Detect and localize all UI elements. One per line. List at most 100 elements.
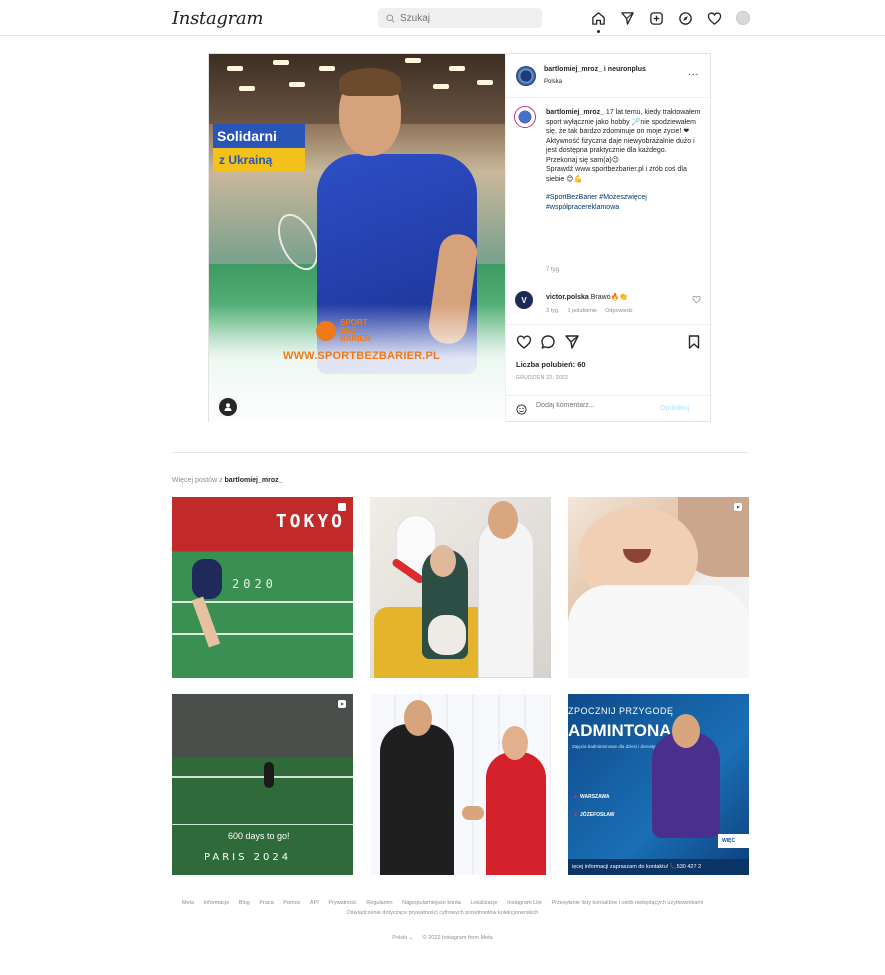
tile-man-head [488, 501, 518, 539]
caption-hashtags[interactable]: #SportBezBarier #Możeszwięcej #współprac… [546, 193, 706, 212]
copyright: © 2022 Instagram from Meta [422, 935, 493, 941]
footer-link[interactable]: Instagram Lite [507, 900, 542, 906]
grid-post-baby[interactable] [568, 497, 749, 678]
caption-username[interactable]: bartlomiej_mroz_ [546, 109, 604, 116]
more-posts-username[interactable]: bartlomiej_mroz_ [225, 477, 283, 484]
post-header: bartlomiej_mroz_ i neuronplus Polska ... [506, 54, 712, 98]
photo-light [433, 84, 449, 89]
footer-bottom: Polski ⌄ © 2022 Instagram from Meta [0, 935, 885, 941]
footer-link-nft-privacy[interactable]: Oświadczenie dotyczące prywatności cyfro… [4, 908, 881, 918]
court-line [172, 633, 353, 635]
post-sidebar: bartlomiej_mroz_ i neuronplus Polska ...… [505, 54, 712, 422]
comment-username[interactable]: victor.polska [546, 294, 589, 301]
footer-link[interactable]: Najpopularniejsze konta [402, 900, 461, 906]
post-photo[interactable]: Solidarni z Ukrainą SPORT BEZ BARIER WWW… [209, 54, 505, 422]
photo-light [449, 66, 465, 71]
reel-icon [734, 503, 742, 511]
footer-link[interactable]: Przesyłanie listy kontaktów i osób niebę… [552, 900, 704, 906]
nav-icons [589, 9, 752, 27]
footer-link[interactable]: Lokalizacje [470, 900, 497, 906]
commenter-avatar[interactable]: V [515, 291, 533, 309]
explore-icon[interactable] [676, 9, 694, 27]
like-heart-icon[interactable] [516, 334, 532, 350]
logo-line-3: BARIER [340, 334, 371, 343]
grid-post-handshake[interactable] [370, 694, 551, 875]
caption-avatar[interactable] [514, 106, 536, 128]
caption-text-2: Aktywność fizyczna daje niewyobrażalnie … [546, 137, 695, 155]
search-icon [386, 13, 395, 23]
comment-input[interactable] [536, 402, 656, 409]
home-icon[interactable] [589, 9, 607, 27]
tile-blanket [568, 585, 749, 678]
publish-button[interactable]: Opublikuj [660, 405, 689, 412]
more-posts-prefix: Więcej postów z [172, 477, 223, 484]
comment-reply[interactable]: Odpowiedz [605, 308, 633, 314]
location-pin-icon: ● [574, 812, 578, 818]
tile-2020-text: 2020 [232, 577, 277, 591]
tile-court-line [172, 824, 353, 825]
comment-icon[interactable] [540, 334, 556, 350]
caption-time: 7 tyg. [546, 267, 561, 273]
footer-link[interactable]: Pomoc [283, 900, 300, 906]
activity-heart-icon[interactable] [705, 9, 723, 27]
post-author[interactable]: bartlomiej_mroz_ i neuronplus [544, 66, 646, 73]
tile-ad-footer: ięcej informacji zapraszam do kontaktu! … [568, 859, 749, 875]
grid-post-tokyo[interactable]: TOKYO 2020 [172, 497, 353, 678]
caption-text-3: Przekonaj się sam(a)😉 [546, 156, 620, 164]
tile-handshake [462, 806, 484, 820]
tile-player [264, 762, 274, 788]
profile-avatar-icon[interactable] [734, 9, 752, 27]
top-navigation-bar: Instagram [0, 0, 885, 36]
comment: victor.polska Brawo🔥👏 [546, 293, 628, 301]
more-options-icon[interactable]: ... [688, 67, 699, 78]
photo-light [289, 82, 305, 87]
photo-light [239, 86, 255, 91]
footer-link[interactable]: Informacje [204, 900, 230, 906]
instagram-logo[interactable]: Instagram [172, 8, 263, 29]
sport-bez-barier-logo: SPORT BEZ BARIER [340, 319, 371, 343]
footer-link[interactable]: API [310, 900, 319, 906]
footer-link[interactable]: Prywatność [328, 900, 356, 906]
tile-man [380, 724, 454, 875]
share-icon[interactable] [564, 334, 580, 350]
photo-light [405, 58, 421, 63]
likes-count[interactable]: Liczba polubień: 60 [516, 360, 586, 369]
photo-light [273, 60, 289, 65]
player-hair [339, 68, 401, 96]
footer-links: Meta Informacje Blog Praca Pomoc API Pry… [0, 898, 885, 918]
comment-time: 3 tyg. [546, 308, 560, 314]
footer-link[interactable]: Meta [182, 900, 194, 906]
comment-like-heart-icon[interactable] [692, 295, 701, 304]
save-bookmark-icon[interactable] [686, 334, 702, 350]
footer-link[interactable]: Praca [259, 900, 273, 906]
tagged-users-icon[interactable] [219, 398, 237, 416]
new-post-icon[interactable] [647, 9, 665, 27]
author-avatar[interactable] [516, 66, 536, 86]
tile-baby [428, 615, 466, 655]
footer-link[interactable]: Regulamin [366, 900, 392, 906]
grid-post-paris-countdown[interactable]: 600 days to go! PARIS 2024 [172, 694, 353, 875]
add-comment-bar: Opublikuj [506, 395, 712, 422]
post-location[interactable]: Polska [544, 79, 562, 85]
grid-post-family[interactable] [370, 497, 551, 678]
search-input[interactable] [400, 12, 530, 24]
solidarity-banner: Solidarni [213, 124, 305, 148]
search-box[interactable] [378, 8, 542, 28]
caption-text-4: Sprawdź www.sportbezbarier.pl i zrób coś… [546, 166, 687, 183]
tile-woman-head [430, 545, 456, 577]
comment-likes[interactable]: 1 polubienie [567, 308, 597, 314]
tile-ad-cta: WIĘC [718, 834, 749, 848]
direct-messages-icon[interactable] [618, 9, 636, 27]
tile-player-legs [191, 596, 221, 648]
footer-link[interactable]: Blog [239, 900, 250, 906]
post-actions: Liczba polubień: 60 GRUDZIEŃ 22, 2022 [506, 324, 712, 396]
tile-city-jozefoslaw: ● JÓZEFOSŁAW [574, 812, 614, 818]
tile-woman [486, 752, 546, 875]
multi-photo-icon [338, 503, 346, 511]
grid-post-badminton-ad[interactable]: ZPOCZNIJ PRZYGODĘ ADMINTONA! Zajęcia bad… [568, 694, 749, 875]
emoji-icon[interactable] [516, 404, 527, 415]
more-posts-heading: Więcej postów z bartlomiej_mroz_ [172, 477, 283, 484]
language-selector[interactable]: Polski ⌄ [392, 935, 413, 941]
tile-player-head [672, 714, 700, 748]
photo-light [319, 66, 335, 71]
